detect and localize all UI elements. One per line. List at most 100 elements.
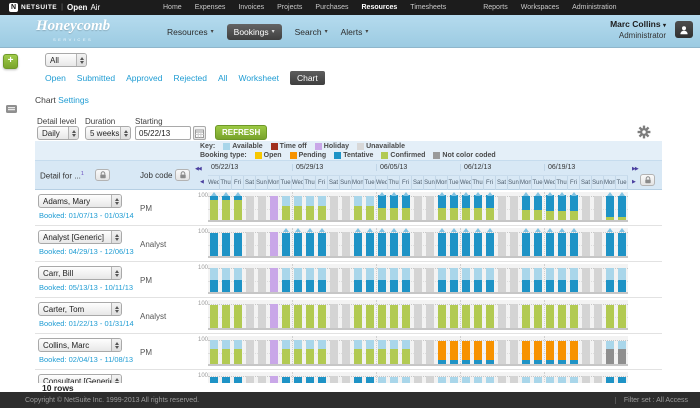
key-label: Key: [200, 143, 215, 150]
booked-range-link[interactable]: Booked: 01/07/13 - 01/03/14 [39, 211, 134, 220]
bar-day-27 [534, 196, 542, 220]
bar-day-27 [534, 305, 542, 328]
bar-segment-a [546, 268, 554, 279]
bar-day-9 [318, 305, 326, 328]
topnav-item-administration[interactable]: Administration [572, 4, 616, 11]
bar-segment-t [546, 233, 554, 256]
tab-rejected[interactable]: Rejected [173, 73, 207, 83]
page-back-fast-icon[interactable]: ◀◀ [195, 166, 201, 172]
bar-day-13 [366, 340, 374, 364]
booking-filter-select[interactable]: All [45, 53, 87, 67]
bar-segment-c [306, 206, 314, 220]
overbooked-arrow-icon [439, 228, 445, 232]
bar-day-25 [510, 304, 518, 328]
bar-segment-t [354, 280, 362, 292]
lock-column-button[interactable] [95, 169, 110, 181]
bar-segment-c [354, 206, 362, 220]
bar-segment-u [258, 268, 266, 292]
page-forward-fast-icon[interactable]: ▶▶ [632, 166, 638, 172]
calendar-button[interactable] [193, 126, 206, 140]
booked-range-link[interactable]: Booked: 01/22/13 - 01/31/14 [39, 319, 134, 328]
page-back-icon[interactable]: ◀ [200, 179, 203, 185]
refresh-button[interactable]: REFRESH [215, 125, 267, 140]
tab-open[interactable]: Open [45, 73, 66, 83]
bar-segment-a [438, 268, 446, 279]
user-profile-button[interactable] [675, 21, 693, 38]
bar-day-10 [330, 304, 338, 328]
bar-segment-h [270, 376, 278, 383]
bar-segment-u [582, 196, 590, 220]
topnav-item-reports[interactable]: Reports [483, 4, 508, 11]
bar-segment-t [294, 280, 302, 292]
tab-approved[interactable]: Approved [126, 73, 162, 83]
tab-worksheet[interactable]: Worksheet [238, 73, 278, 83]
bar-segment-u [426, 340, 434, 364]
topnav-item-invoices[interactable]: Invoices [238, 4, 264, 11]
tab-submitted[interactable]: Submitted [77, 73, 115, 83]
overbooked-arrow-icon [235, 192, 241, 196]
bar-segment-t [534, 360, 542, 364]
day-cell-3-wed: Wed [460, 176, 472, 191]
subnav-menu-bookings[interactable]: Bookings▾ [227, 24, 282, 40]
settings-link[interactable]: Settings [58, 95, 89, 105]
bar-segment-a [366, 268, 374, 279]
bar-segment-a [318, 196, 326, 206]
select-stepper-icon [120, 127, 130, 139]
resource-select[interactable]: Adams, Mary [38, 194, 122, 208]
create-new-button[interactable]: + [3, 54, 18, 69]
bar-day-32 [594, 232, 602, 256]
column-header-job-code[interactable]: Job code [140, 171, 172, 180]
tab-chart[interactable]: Chart [290, 71, 325, 85]
bar-day-16 [402, 305, 410, 328]
column-header-detail-for[interactable]: Detail for ...1 [40, 171, 84, 181]
resource-select[interactable]: Consultant [Generic] [38, 374, 122, 383]
resource-select[interactable]: Carter, Tom [38, 302, 122, 316]
bar-day-31 [582, 268, 590, 292]
detail-level-select[interactable]: Daily [37, 126, 79, 140]
bar-day-21 [462, 377, 470, 383]
day-cell-1-fri: Fri [316, 176, 328, 191]
bar-segment-a [522, 377, 530, 383]
booked-range-link[interactable]: Booked: 02/04/13 - 11/08/13 [39, 355, 133, 364]
lock-column-button[interactable] [175, 169, 190, 181]
bar-segment-t [570, 233, 578, 256]
page-forward-icon[interactable]: ▶ [632, 179, 635, 185]
bar-day-22 [474, 233, 482, 256]
booking-rows: Adams, MaryBooked: 01/07/13 - 01/03/14PM… [35, 190, 662, 383]
bar-segment-c [558, 305, 566, 328]
booked-range-link[interactable]: Booked: 05/13/13 - 10/11/13 [39, 283, 133, 292]
starting-date-input[interactable] [135, 126, 191, 140]
subnav-menu-resources[interactable]: Resources▾ [167, 27, 214, 37]
tab-all[interactable]: All [218, 73, 227, 83]
bar-day-23 [486, 268, 494, 292]
topnav-item-purchases[interactable]: Purchases [315, 4, 348, 11]
bar-day-26 [522, 233, 530, 256]
topnav-item-workspaces[interactable]: Workspaces [521, 4, 559, 11]
topnav-item-projects[interactable]: Projects [277, 4, 302, 11]
resource-select[interactable]: Carr, Bill [38, 266, 122, 280]
bar-day-13 [366, 377, 374, 383]
duration-select[interactable]: 5 weeks [85, 126, 131, 140]
overbooked-arrow-icon [391, 228, 397, 232]
topnav-item-expenses[interactable]: Expenses [195, 4, 226, 11]
gear-icon[interactable] [637, 125, 651, 139]
bar-segment-u [510, 304, 518, 328]
subnav-menu-search[interactable]: Search▾ [295, 27, 328, 37]
resource-select[interactable]: Collins, Marc [38, 338, 122, 352]
bar-segment-t [318, 377, 326, 383]
resource-select[interactable]: Analyst [Generic] [38, 230, 122, 244]
bar-day-11 [342, 304, 350, 328]
booked-range-link[interactable]: Booked: 04/29/13 - 12/06/13 [39, 247, 134, 256]
bar-segment-u [498, 232, 506, 256]
resource-name: Carter, Tom [39, 305, 111, 314]
bar-segment-u [258, 304, 266, 328]
topnav-item-home[interactable]: Home [163, 4, 182, 11]
lock-column-button[interactable] [640, 174, 655, 186]
user-menu[interactable]: Marc Collins ▾ Administrator [610, 19, 666, 40]
bar-day-20 [450, 195, 458, 220]
notes-icon[interactable] [6, 101, 17, 119]
topnav-item-resources[interactable]: Resources [362, 4, 398, 11]
subnav-menu-alerts[interactable]: Alerts▾ [341, 27, 369, 37]
bar-segment-a [450, 268, 458, 279]
topnav-item-timesheets[interactable]: Timesheets [410, 4, 446, 11]
